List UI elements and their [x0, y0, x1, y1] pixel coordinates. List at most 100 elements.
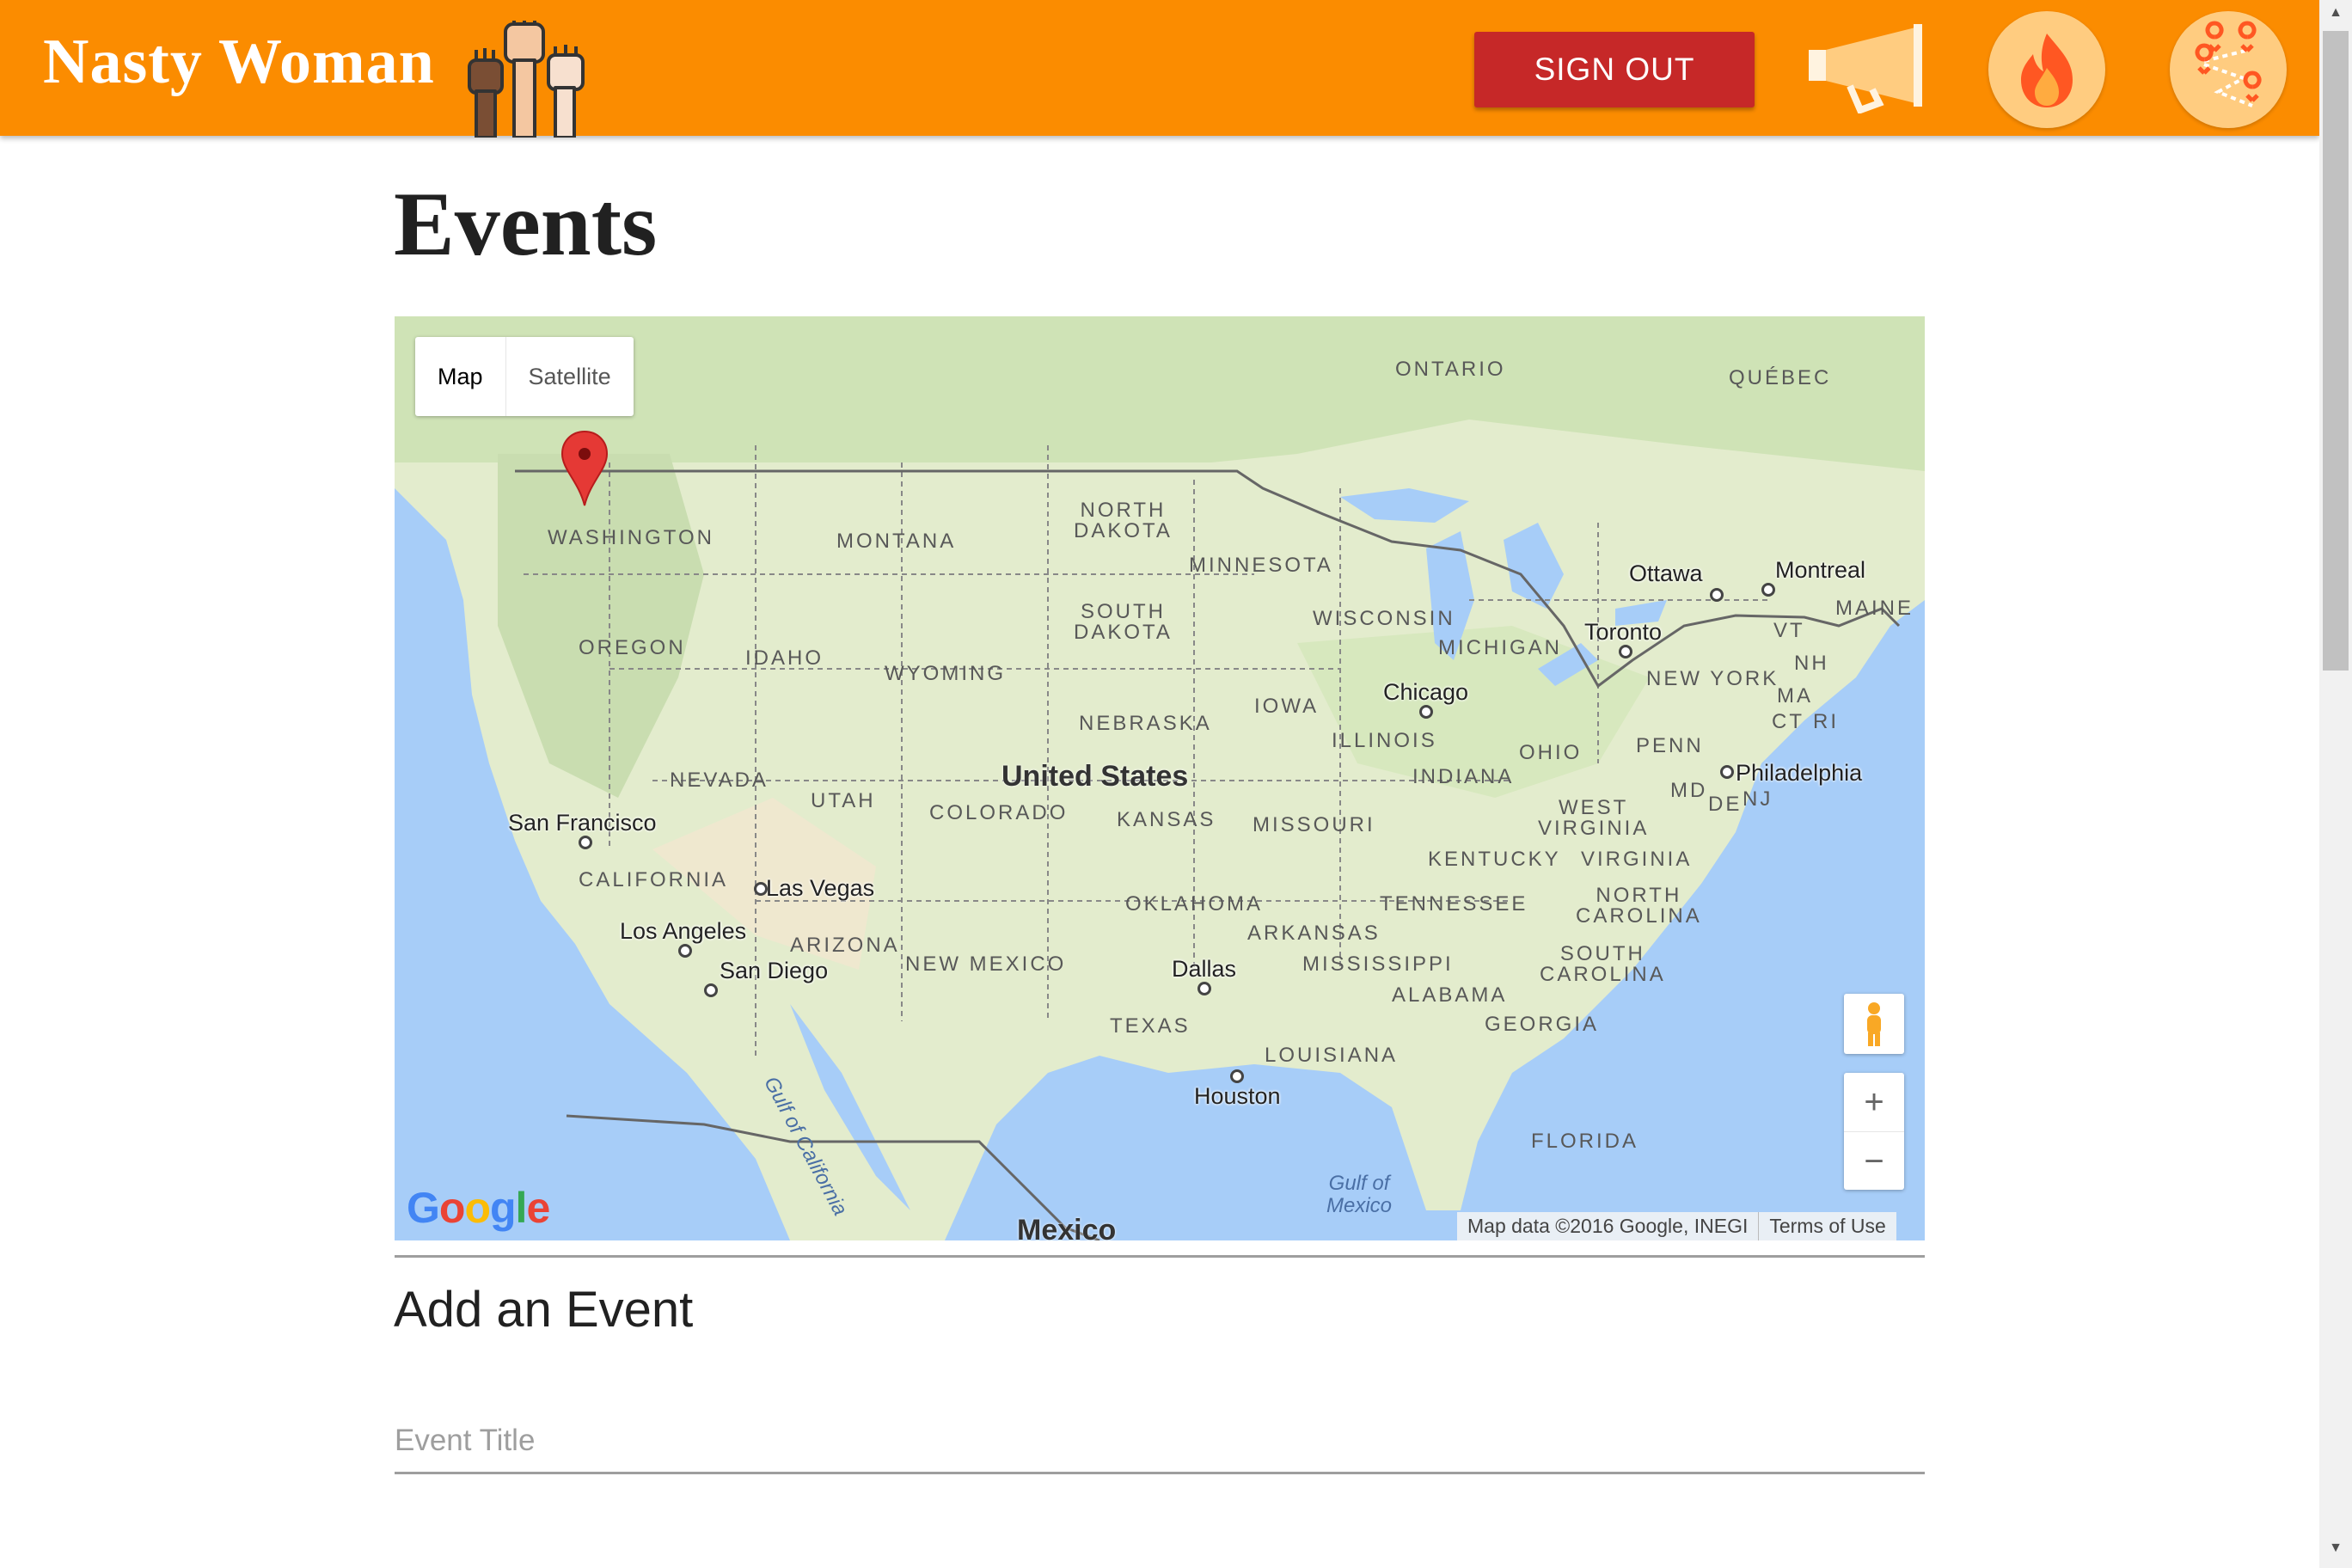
- zoom-in-button[interactable]: +: [1844, 1073, 1904, 1132]
- terms-of-use-link[interactable]: Terms of Use: [1758, 1212, 1896, 1240]
- section-divider: [395, 1255, 1925, 1258]
- map-label-vt: VT: [1773, 619, 1805, 642]
- map-label-north-dakota: NORTH DAKOTA: [1074, 499, 1173, 542]
- map-label-oregon: OREGON: [579, 636, 686, 659]
- map-city-dallas: Dallas: [1172, 956, 1237, 982]
- zoom-out-button[interactable]: −: [1844, 1132, 1904, 1191]
- event-marker-icon[interactable]: [560, 430, 609, 507]
- scroll-up-arrow-icon[interactable]: ▲: [2326, 5, 2345, 24]
- map-city-san-diego: San Diego: [720, 958, 829, 983]
- map-city-houston: Houston: [1194, 1083, 1281, 1109]
- map-city-dallas-dot: [1197, 982, 1211, 995]
- megaphone-icon[interactable]: [1805, 24, 1927, 113]
- map-label-louisiana: LOUISIANA: [1265, 1044, 1399, 1067]
- map-label-oklahoma: OKLAHOMA: [1125, 892, 1264, 916]
- map-label-nevada: NEVADA: [670, 769, 769, 792]
- map-label-west-virginia: WEST VIRGINIA: [1538, 796, 1650, 840]
- app-header: Nasty Woman SIGN OUT: [0, 0, 2319, 138]
- scrollbar-thumb[interactable]: [2323, 31, 2349, 671]
- map-label-illinois: ILLINOIS: [1332, 729, 1437, 752]
- map-city-san-francisco-dot: [579, 836, 592, 849]
- map-label-north-carolina: NORTH CAROLINA: [1576, 884, 1702, 928]
- map-label-idaho: IDAHO: [745, 646, 824, 670]
- google-logo[interactable]: Google: [407, 1183, 550, 1233]
- add-event-heading: Add an Event: [394, 1282, 694, 1338]
- map-label-california: CALIFORNIA: [579, 868, 729, 891]
- map-pins-icon: [2195, 21, 2262, 107]
- map-label-penn: PENN: [1636, 734, 1704, 757]
- map-label-ohio: OHIO: [1519, 741, 1583, 764]
- scroll-down-arrow-icon[interactable]: ▼: [2326, 1540, 2345, 1559]
- map-city-los-angeles: Los Angeles: [620, 918, 747, 944]
- map-label-florida: FLORIDA: [1531, 1130, 1639, 1153]
- map-label-indiana: INDIANA: [1412, 765, 1515, 788]
- map-city-philadelphia: Philadelphia: [1736, 760, 1863, 786]
- events-map[interactable]: Map Satellite ONTARIO QUÉBEC WASHINGTON …: [395, 316, 1925, 1240]
- map-attribution: Map data ©2016 Google, INEGI Terms of Us…: [1457, 1212, 1896, 1240]
- map-label-ma: MA: [1777, 684, 1813, 707]
- map-city-toronto-dot: [1619, 645, 1632, 658]
- map-label-maine: MAINE: [1835, 597, 1914, 620]
- raised-fists-icon: [468, 21, 585, 138]
- map-city-montreal: Montreal: [1775, 557, 1866, 583]
- map-city-los-angeles-dot: [678, 944, 692, 958]
- map-route-button[interactable]: [2170, 11, 2287, 128]
- map-label-georgia: GEORGIA: [1485, 1013, 1600, 1036]
- map-type-map-button[interactable]: Map: [415, 337, 506, 416]
- sign-out-button[interactable]: SIGN OUT: [1474, 32, 1755, 107]
- map-label-ct: CT: [1772, 710, 1804, 733]
- map-label-united-states: United States: [1001, 760, 1189, 793]
- map-city-ottawa-dot: [1710, 588, 1724, 602]
- map-city-philadelphia-dot: [1720, 765, 1734, 779]
- map-label-gulf-of-mexico: Gulf of Mexico: [1326, 1172, 1393, 1217]
- map-label-kentucky: KENTUCKY: [1428, 848, 1561, 871]
- map-city-montreal-dot: [1761, 583, 1775, 597]
- map-label-new-mexico: NEW MEXICO: [905, 952, 1067, 976]
- map-city-las-vegas: Las Vegas: [766, 875, 875, 901]
- street-view-pegman[interactable]: [1844, 994, 1904, 1054]
- map-city-toronto: Toronto: [1584, 619, 1663, 645]
- map-data-attribution: Map data ©2016 Google, INEGI: [1467, 1215, 1749, 1237]
- map-label-alabama: ALABAMA: [1392, 983, 1508, 1007]
- map-city-ottawa: Ottawa: [1629, 560, 1703, 586]
- map-label-tennessee: TENNESSEE: [1380, 892, 1528, 916]
- map-label-missouri: MISSOURI: [1253, 813, 1375, 836]
- map-city-houston-dot: [1230, 1069, 1244, 1083]
- fire-button[interactable]: [1988, 11, 2105, 128]
- brand-title[interactable]: Nasty Woman: [43, 26, 435, 99]
- map-label-texas: TEXAS: [1110, 1014, 1191, 1038]
- map-type-satellite-button[interactable]: Satellite: [506, 337, 634, 416]
- map-label-nh: NH: [1794, 652, 1829, 675]
- page-title: Events: [394, 174, 658, 274]
- map-label-colorado: COLORADO: [929, 801, 1069, 824]
- map-city-chicago-dot: [1419, 705, 1433, 719]
- map-label-nj: NJ: [1743, 787, 1773, 811]
- map-label-quebec: QUÉBEC: [1729, 366, 1832, 389]
- map-type-control: Map Satellite: [415, 337, 634, 416]
- map-label-md: MD: [1670, 779, 1708, 802]
- map-label-nebraska: NEBRASKA: [1079, 712, 1212, 735]
- map-label-south-dakota: SOUTH DAKOTA: [1074, 600, 1173, 644]
- map-label-new-york: NEW YORK: [1646, 667, 1779, 690]
- map-label-south-carolina: SOUTH CAROLINA: [1540, 942, 1666, 986]
- map-label-montana: MONTANA: [836, 530, 957, 553]
- map-city-san-francisco: San Francisco: [508, 810, 657, 836]
- map-label-kansas: KANSAS: [1117, 808, 1216, 831]
- zoom-control: + −: [1844, 1073, 1904, 1190]
- map-label-mississippi: MISSISSIPPI: [1302, 952, 1454, 976]
- map-label-arkansas: ARKANSAS: [1247, 922, 1381, 945]
- map-label-washington: WASHINGTON: [548, 526, 715, 549]
- map-label-ontario: ONTARIO: [1395, 358, 1506, 381]
- map-label-de: DE: [1708, 793, 1743, 816]
- map-city-san-diego-dot: [704, 983, 718, 997]
- pegman-icon: [1867, 1002, 1881, 1046]
- fire-icon: [2021, 34, 2073, 107]
- map-label-arizona: ARIZONA: [790, 934, 900, 957]
- map-label-minnesota: MINNESOTA: [1189, 554, 1333, 577]
- map-label-wyoming: WYOMING: [885, 662, 1006, 685]
- map-label-wisconsin: WISCONSIN: [1313, 607, 1455, 630]
- map-label-mexico: Mexico: [1017, 1214, 1117, 1240]
- map-label-ri: RI: [1813, 710, 1839, 733]
- map-label-utah: UTAH: [811, 789, 876, 812]
- event-title-input[interactable]: [395, 1410, 1925, 1474]
